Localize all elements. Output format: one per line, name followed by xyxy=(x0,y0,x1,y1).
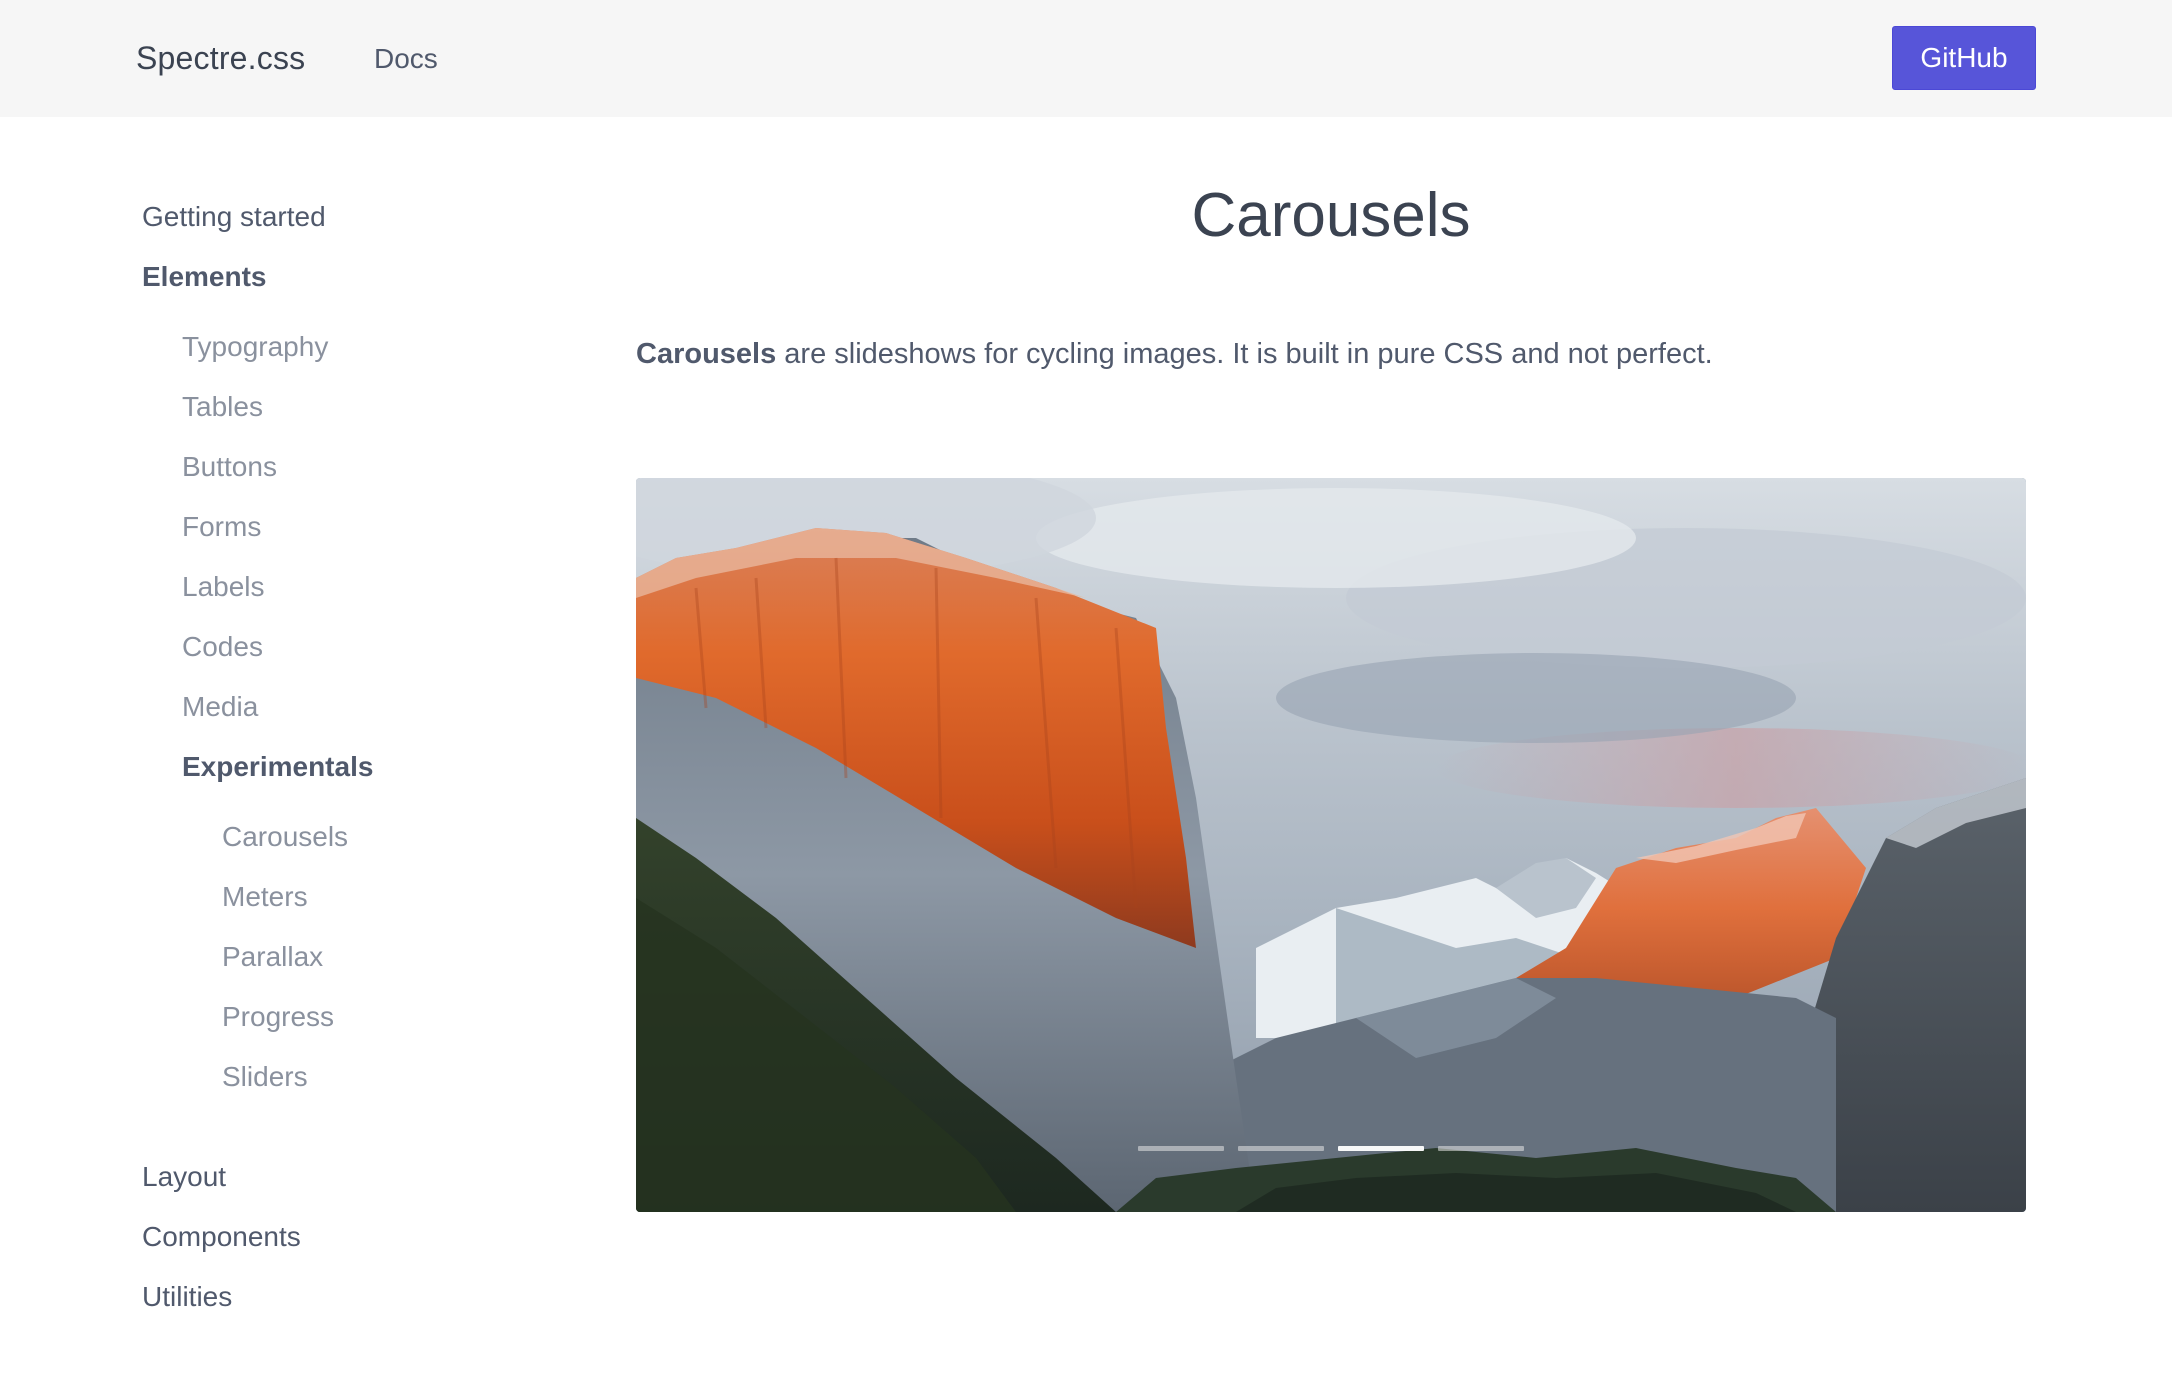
sidebar-item-progress[interactable]: Progress xyxy=(222,1001,334,1033)
carousel-slide-image xyxy=(636,478,2026,1212)
page-title: Carousels xyxy=(1191,181,1471,250)
intro-paragraph: Carousels are slideshows for cycling ima… xyxy=(636,334,2026,374)
sidebar-item-parallax[interactable]: Parallax xyxy=(222,941,323,973)
sidebar-item-media[interactable]: Media xyxy=(182,691,258,723)
sidebar-item-elements[interactable]: Elements xyxy=(142,261,267,293)
sidebar-item-labels[interactable]: Labels xyxy=(182,571,265,603)
brand-link[interactable]: Spectre.css xyxy=(136,0,305,117)
sidebar-item-meters[interactable]: Meters xyxy=(222,881,308,913)
docs-sidebar: Getting started Elements Typography Tabl… xyxy=(0,117,600,1394)
carousel[interactable] xyxy=(636,478,2026,1212)
docs-link[interactable]: Docs xyxy=(374,0,438,117)
sidebar-item-experimentals[interactable]: Experimentals xyxy=(182,751,373,783)
sidebar-item-forms[interactable]: Forms xyxy=(182,511,261,543)
intro-strong: Carousels xyxy=(636,338,777,370)
sidebar-item-components[interactable]: Components xyxy=(142,1221,301,1253)
carousel-indicator-1[interactable] xyxy=(1138,1146,1224,1151)
intro-text: are slideshows for cycling images. It is… xyxy=(776,338,1713,370)
sidebar-item-carousels[interactable]: Carousels xyxy=(222,821,348,853)
top-navbar: Spectre.css Docs GitHub xyxy=(0,0,2172,117)
sidebar-item-codes[interactable]: Codes xyxy=(182,631,263,663)
sidebar-item-utilities[interactable]: Utilities xyxy=(142,1281,232,1313)
sidebar-item-getting-started[interactable]: Getting started xyxy=(142,201,326,233)
sidebar-item-tables[interactable]: Tables xyxy=(182,391,263,423)
sidebar-item-sliders[interactable]: Sliders xyxy=(222,1061,308,1093)
github-button[interactable]: GitHub xyxy=(1892,26,2036,90)
carousel-indicator-2[interactable] xyxy=(1238,1146,1324,1151)
carousel-indicators xyxy=(636,1146,2026,1152)
sidebar-item-buttons[interactable]: Buttons xyxy=(182,451,277,483)
carousel-indicator-3[interactable] xyxy=(1338,1146,1424,1151)
sidebar-item-layout[interactable]: Layout xyxy=(142,1161,226,1193)
sidebar-item-typography[interactable]: Typography xyxy=(182,331,328,363)
carousel-indicator-4[interactable] xyxy=(1438,1146,1524,1151)
